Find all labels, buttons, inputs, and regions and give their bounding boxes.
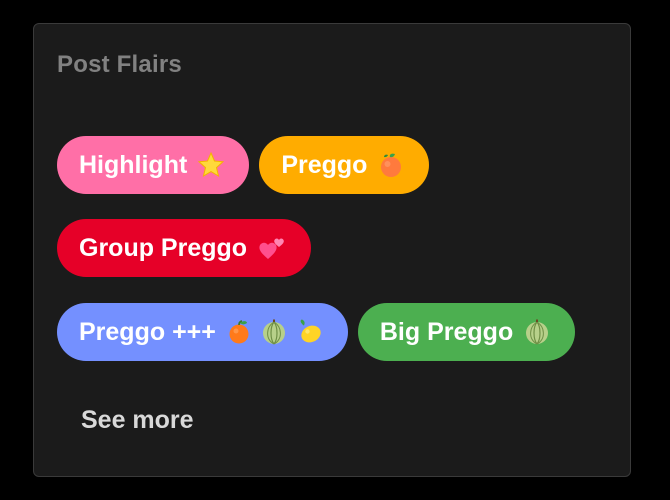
flair-preggo[interactable]: Preggo: [259, 136, 430, 194]
see-more-button[interactable]: See more: [81, 406, 194, 435]
flair-highlight[interactable]: Highlight: [57, 136, 250, 194]
two-hearts-icon: [257, 234, 287, 262]
flair-label: Preggo +++: [79, 317, 216, 346]
flair-group-preggo[interactable]: Group Preggo: [57, 219, 312, 277]
lemon-icon: [296, 318, 324, 346]
post-flairs-widget: Post Flairs Highlight Preggo Group Pregg…: [33, 23, 631, 477]
melon-icon: [523, 318, 551, 346]
flair-row: Highlight Preggo: [57, 136, 430, 194]
flair-label: Big Preggo: [379, 317, 514, 346]
flair-label: Preggo: [281, 150, 368, 179]
melon-icon: [260, 318, 288, 346]
widget-title: Post Flairs: [57, 51, 182, 78]
flair-label: Group Preggo: [79, 233, 248, 262]
flair-big-preggo[interactable]: Big Preggo: [357, 303, 576, 361]
flair-label: Highlight: [79, 150, 188, 179]
flair-preggo-plus[interactable]: Preggo +++: [57, 303, 348, 361]
flair-row: Group Preggo: [57, 219, 312, 277]
peach-icon: [377, 151, 405, 179]
flair-row: Preggo +++ Big Preggo: [57, 303, 576, 361]
tangerine-icon: [226, 318, 252, 346]
star-icon: [197, 151, 225, 179]
